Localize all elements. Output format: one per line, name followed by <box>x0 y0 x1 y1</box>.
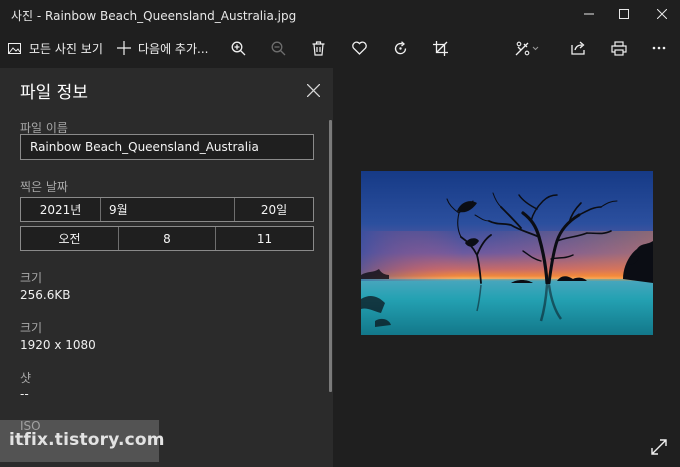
add-to-button[interactable]: 다음에 추가... <box>117 28 208 68</box>
print-button[interactable] <box>602 28 636 68</box>
delete-button[interactable] <box>301 28 335 68</box>
add-to-label: 다음에 추가... <box>138 41 209 56</box>
rotate-icon <box>394 40 406 54</box>
photo-view[interactable] <box>361 171 653 335</box>
maximize-button[interactable] <box>607 0 641 28</box>
file-size-value: 256.6KB <box>20 288 71 302</box>
trash-icon <box>312 40 324 56</box>
share-icon <box>571 41 585 55</box>
minimize-button[interactable] <box>572 0 606 28</box>
ampm-segment[interactable]: 오전 <box>21 227 119 250</box>
watermark: itfix.tistory.com <box>0 420 165 462</box>
share-button[interactable] <box>562 28 596 68</box>
plus-icon <box>117 41 131 55</box>
hour-segment[interactable]: 8 <box>119 227 216 250</box>
file-size-label: 크기 <box>20 271 43 285</box>
watermark-text: itfix.tistory.com <box>9 430 165 450</box>
favorite-button[interactable] <box>342 28 376 68</box>
crop-icon <box>432 40 448 56</box>
see-all-photos-button[interactable]: 모든 사진 보기 <box>8 28 103 68</box>
close-button[interactable] <box>645 0 679 28</box>
close-icon <box>657 9 667 19</box>
maximize-icon <box>619 9 629 19</box>
shutter-label: 샷 <box>20 371 32 385</box>
year-segment[interactable]: 2021년 <box>21 198 101 221</box>
dimensions-label: 크기 <box>20 321 43 335</box>
rotate-button[interactable] <box>383 28 417 68</box>
panel-scrollbar[interactable] <box>329 120 332 392</box>
minute-segment[interactable]: 11 <box>216 227 313 250</box>
edit-icon <box>515 41 539 55</box>
day-segment[interactable]: 20일 <box>235 198 313 221</box>
month-segment[interactable]: 9월 <box>101 198 235 221</box>
file-info-panel: 파일 정보 파일 이름 Rainbow Beach_Queensland_Aus… <box>0 68 333 467</box>
close-icon <box>306 83 320 97</box>
title-bar: 사진 - Rainbow Beach_Queensland_Australia.… <box>0 0 680 28</box>
zoom-in-button[interactable] <box>221 28 255 68</box>
panel-title: 파일 정보 <box>20 83 88 103</box>
toolbar: 모든 사진 보기 다음에 추가... <box>0 28 680 68</box>
date-taken-label: 찍은 날짜 <box>20 180 68 194</box>
print-icon <box>611 40 627 56</box>
window-title: 사진 - Rainbow Beach_Queensland_Australia.… <box>11 9 297 23</box>
sunset-tree-photo <box>361 171 653 335</box>
expand-icon <box>651 439 667 455</box>
zoom-in-icon <box>231 41 245 55</box>
heart-icon <box>351 41 367 55</box>
zoom-out-button[interactable] <box>261 28 295 68</box>
see-all-photos-label: 모든 사진 보기 <box>29 41 103 56</box>
dimensions-value: 1920 x 1080 <box>20 338 96 352</box>
photos-icon <box>8 42 21 54</box>
zoom-out-icon <box>271 41 285 55</box>
crop-button[interactable] <box>423 28 457 68</box>
more-button[interactable] <box>642 28 676 68</box>
fullscreen-button[interactable] <box>646 434 672 460</box>
panel-close-button[interactable] <box>302 79 324 101</box>
edit-create-button[interactable] <box>510 28 544 68</box>
more-icon <box>652 46 666 50</box>
shutter-value: -- <box>20 387 29 401</box>
time-picker[interactable]: 오전 8 11 <box>20 226 314 251</box>
date-picker[interactable]: 2021년 9월 20일 <box>20 197 314 222</box>
minimize-icon <box>584 13 594 15</box>
file-name-field[interactable]: Rainbow Beach_Queensland_Australia <box>20 134 314 160</box>
